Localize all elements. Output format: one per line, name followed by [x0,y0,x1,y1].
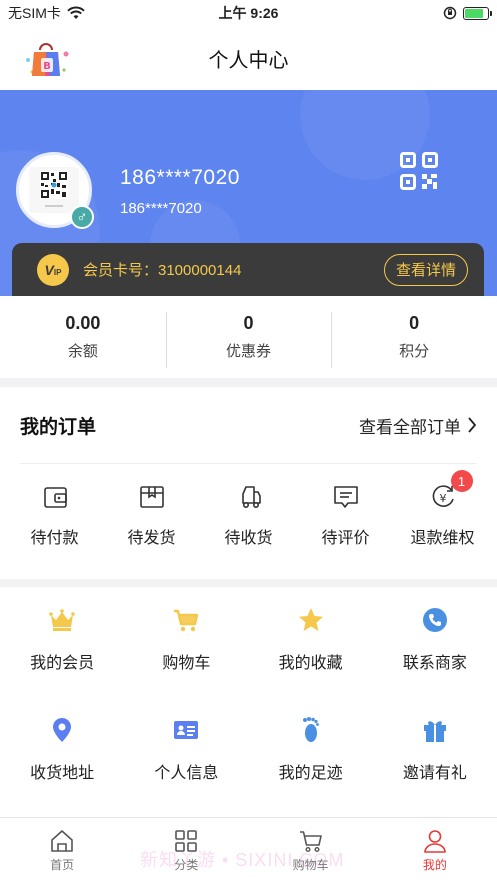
stat-label: 积分 [399,343,430,360]
order-label: 待付款 [30,530,79,547]
tab-label: 购物车 [292,858,329,872]
service-cart[interactable]: 购物车 [124,605,248,715]
refund-count-badge: 1 [450,470,473,492]
cart-icon [299,831,322,853]
user-icon [424,830,446,853]
service-invite[interactable]: 邀请有礼 [373,715,497,825]
tab-label: 首页 [50,858,75,872]
service-footprints[interactable]: 我的足迹 [249,715,373,825]
svg-text:B: B [43,61,51,72]
stat-value: 0 [409,313,420,333]
stat-value: 0.00 [65,313,101,333]
service-membership[interactable]: 我的会员 [0,605,124,715]
tab-cart[interactable]: 购物车 [249,818,373,883]
cart-icon [174,609,199,632]
home-icon [51,830,73,852]
truck-icon [241,486,261,508]
order-label: 待收货 [224,530,273,547]
order-status-row: 待付款 待发货 待收货 待评价 ¥ 1 退款维权 [0,470,497,548]
tab-home[interactable]: 首页 [0,818,124,883]
battery-icon [463,6,492,20]
profile-header: ♂ 186****7020 186****7020 V IP 会员卡号：31000… [0,90,497,296]
svg-text:¥: ¥ [439,492,446,505]
nickname: 186****7020 [120,166,240,189]
order-pending-review[interactable]: 待评价 [301,482,391,548]
account-stats: 0.00 余额 0 优惠券 0 积分 [0,296,497,378]
chevron-right-icon [468,417,477,433]
tab-bar: 首页 分类 购物车 我的 [0,817,497,883]
gift-icon [423,721,446,742]
member-card-number: 会员卡号：3100000144 [83,262,242,279]
phone-icon [422,608,447,632]
grid-icon [175,830,198,852]
services-grid: 我的会员 购物车 我的收藏 联系商家 收货地址 个人信息 我的足迹 邀请有礼 [0,587,497,825]
service-label: 个人信息 [154,765,219,782]
phone-number: 186****7020 [120,200,202,217]
orders-title: 我的订单 [20,416,97,438]
view-all-orders-label: 查看全部订单 [359,417,461,437]
stat-balance[interactable]: 0.00 余额 [0,296,166,378]
service-label: 收货地址 [30,765,95,782]
service-profile-info[interactable]: 个人信息 [124,715,248,825]
service-contact-merchant[interactable]: 联系商家 [373,605,497,715]
wifi-icon [67,6,85,19]
stat-value: 0 [243,313,254,333]
order-pending-payment[interactable]: 待付款 [10,482,100,548]
comment-icon [333,486,358,508]
stat-label: 余额 [67,343,98,360]
stat-label: 优惠券 [226,343,272,360]
page-title: 个人中心 [208,49,289,72]
location-icon [53,718,72,742]
service-label: 我的会员 [30,655,95,672]
vip-card-bar: V IP 会员卡号：3100000144 查看详情 [12,243,484,296]
wallet-icon [43,487,67,508]
id-card-icon [174,721,199,739]
package-icon [139,486,164,508]
tab-label: 我的 [422,858,447,872]
status-bar: 无SIM卡 上午 9:26 [0,0,497,26]
service-label: 联系商家 [402,655,467,672]
service-label: 我的足迹 [278,765,343,782]
stat-points[interactable]: 0 积分 [331,296,497,378]
order-pending-shipment[interactable]: 待发货 [107,482,197,548]
qr-code-icon[interactable] [400,152,438,190]
orientation-lock-icon [443,6,457,20]
view-details-button[interactable]: 查看详情 [383,253,468,286]
footprint-icon [302,717,319,742]
status-left: 无SIM卡 [8,3,85,23]
order-pending-receipt[interactable]: 待收货 [204,482,294,548]
order-refund[interactable]: ¥ 1 退款维权 [398,470,488,548]
stat-coupons[interactable]: 0 优惠券 [165,296,332,378]
status-right [443,6,492,20]
services-section: 我的会员 购物车 我的收藏 联系商家 收货地址 个人信息 我的足迹 邀请有礼 [0,587,497,817]
vip-icon: V IP [37,253,69,286]
avatar-qr-image [29,167,79,213]
carrier-label: 无SIM卡 [8,5,61,21]
service-favorites[interactable]: 我的收藏 [249,605,373,715]
nav-bar: B 个人中心 [0,26,497,90]
service-label: 邀请有礼 [402,765,467,782]
crown-icon [49,609,75,631]
orders-section: 我的订单 查看全部订单 待付款 待发货 待收货 待评价 ¥ 1 退款维权 [0,387,497,579]
tab-category[interactable]: 分类 [124,818,248,883]
order-label: 退款维权 [410,530,475,547]
app-logo-icon: B [26,43,69,76]
service-label: 我的收藏 [278,655,343,672]
orders-header: 我的订单 查看全部订单 [20,387,477,464]
star-icon [298,608,323,631]
tab-mine[interactable]: 我的 [373,818,497,883]
service-label: 购物车 [162,655,211,672]
tab-label: 分类 [174,858,199,872]
order-label: 待评价 [321,530,370,547]
gender-male-icon: ♂ [70,205,94,229]
view-all-orders-link[interactable]: 查看全部订单 [359,413,477,438]
order-label: 待发货 [127,530,176,547]
service-address[interactable]: 收货地址 [0,715,124,825]
